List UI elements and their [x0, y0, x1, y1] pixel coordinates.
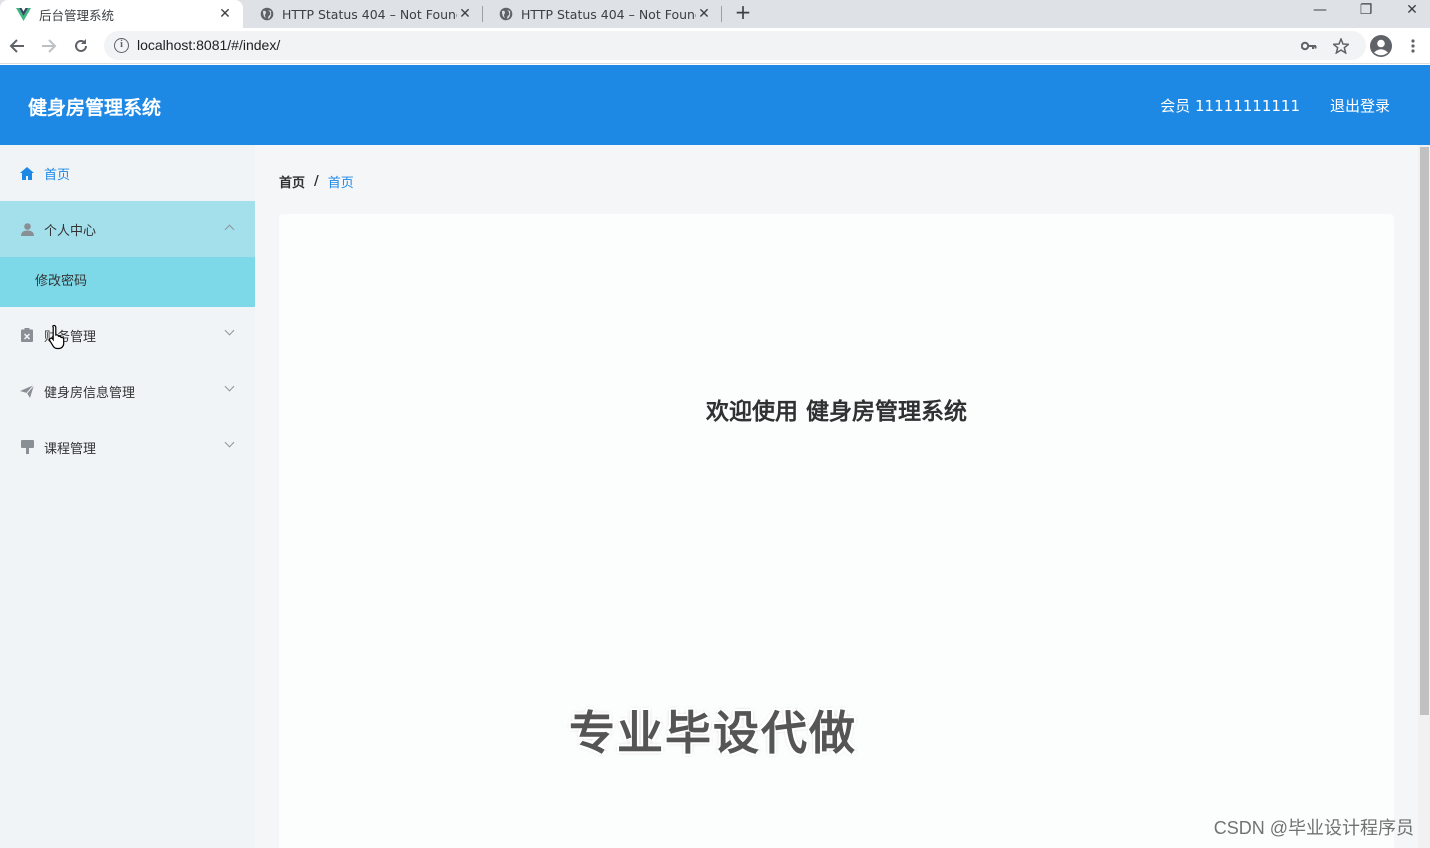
- breadcrumb-home[interactable]: 首页: [279, 172, 305, 191]
- chevron-down-icon: [224, 437, 235, 448]
- sidebar-item-finance[interactable]: 财务管理: [0, 307, 255, 363]
- welcome-card: 欢迎使用 健身房管理系统 专业毕设代做: [279, 214, 1394, 848]
- minimize-button[interactable]: —: [1300, 0, 1340, 28]
- sidebar-item-label: 健身房信息管理: [44, 385, 136, 401]
- scrollbar-thumb[interactable]: [1420, 147, 1429, 715]
- overlay-watermark: 专业毕设代做: [569, 706, 857, 760]
- app-header: 健身房管理系统 会员 11111111111 退出登录: [0, 65, 1430, 145]
- tab-title: HTTP Status 404 – Not Found: [521, 6, 696, 22]
- new-tab-button[interactable]: +: [733, 0, 753, 28]
- chevron-up-icon: [224, 224, 235, 235]
- key-icon[interactable]: [1298, 28, 1320, 64]
- reload-button[interactable]: [66, 28, 96, 64]
- sidebar-item-label: 课程管理: [44, 441, 97, 457]
- user-icon: [20, 222, 34, 236]
- info-icon[interactable]: i: [114, 38, 129, 53]
- home-icon: [20, 166, 34, 180]
- browser-tab[interactable]: HTTP Status 404 – Not Found ✕: [482, 0, 722, 28]
- profile-icon[interactable]: [1368, 28, 1394, 64]
- send-icon: [20, 384, 34, 398]
- address-bar[interactable]: i localhost:8081/#/index/: [104, 31, 1366, 60]
- forward-button[interactable]: [34, 28, 64, 64]
- reload-icon: [75, 39, 87, 52]
- star-icon[interactable]: [1330, 28, 1352, 64]
- logout-button[interactable]: 退出登录: [1330, 95, 1390, 116]
- hand-cursor-icon: [48, 324, 65, 350]
- window-close-button[interactable]: ✕: [1392, 0, 1430, 28]
- vue-logo-icon: [16, 7, 31, 22]
- sidebar-item-gym-info[interactable]: 健身房信息管理: [0, 363, 255, 419]
- browser-tabstrip: 后台管理系统 ✕ HTTP Status 404 – Not Found ✕ H…: [0, 0, 1430, 28]
- url-text: localhost:8081/#/index/: [137, 37, 281, 53]
- clipboard-icon: [20, 328, 34, 342]
- chevron-down-icon: [224, 381, 235, 392]
- kebab-menu-icon[interactable]: [1404, 28, 1422, 64]
- back-button[interactable]: [2, 28, 32, 64]
- tab-title: 后台管理系统: [39, 7, 115, 23]
- chevron-down-icon: [224, 325, 235, 336]
- breadcrumb: 首页 / 首页: [279, 172, 354, 191]
- tab-title: HTTP Status 404 – Not Found: [282, 6, 457, 22]
- browser-tab[interactable]: HTTP Status 404 – Not Found ✕: [243, 0, 483, 28]
- sidebar-item-courses[interactable]: 课程管理: [0, 419, 255, 475]
- csdn-watermark: CSDN @毕业设计程序员: [1213, 818, 1414, 838]
- app-title: 健身房管理系统: [28, 97, 162, 119]
- globe-icon: [498, 7, 513, 22]
- tab-separator: [721, 6, 722, 22]
- sidebar-item-label: 首页: [44, 167, 71, 183]
- breadcrumb-current: 首页: [327, 176, 354, 191]
- welcome-text: 欢迎使用 健身房管理系统: [705, 399, 967, 425]
- close-icon[interactable]: ✕: [217, 6, 233, 22]
- sidebar-item-home[interactable]: 首页: [0, 145, 255, 201]
- sidebar-item-personal-center[interactable]: 个人中心: [0, 201, 255, 257]
- restore-button[interactable]: ❐: [1346, 0, 1386, 28]
- browser-toolbar: i localhost:8081/#/index/: [0, 28, 1430, 64]
- arrow-right-icon: [42, 39, 57, 53]
- browser-tab-active[interactable]: 后台管理系统 ✕: [0, 0, 243, 28]
- globe-icon: [259, 7, 274, 22]
- sidebar-item-label: 个人中心: [44, 223, 97, 239]
- user-label: 会员 11111111111: [1160, 97, 1300, 115]
- sidebar: 首页 个人中心 修改密码 财务管理 健身房信息管理 课程管理: [0, 145, 255, 848]
- stand-icon: [20, 440, 34, 454]
- breadcrumb-separator: /: [314, 174, 319, 189]
- close-icon[interactable]: ✕: [457, 6, 473, 22]
- close-icon[interactable]: ✕: [696, 6, 712, 22]
- arrow-left-icon: [9, 39, 24, 53]
- main-content: 首页 / 首页 欢迎使用 健身房管理系统 专业毕设代做: [255, 145, 1418, 848]
- submenu-item-change-password[interactable]: 修改密码: [0, 257, 255, 307]
